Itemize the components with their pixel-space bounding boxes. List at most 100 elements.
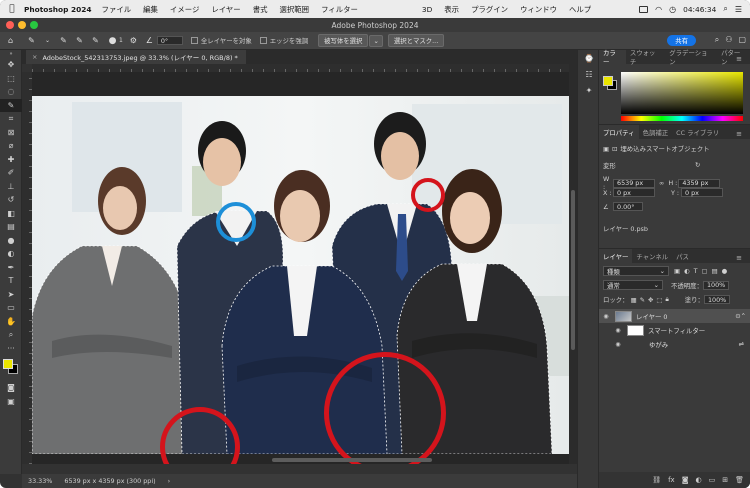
learn-icon[interactable]: ⚇ [725,35,732,45]
angle-icon[interactable]: ∠ [144,35,155,46]
path-selection-tool-icon[interactable]: ➤ [0,288,22,302]
hue-slider[interactable] [621,116,743,121]
quick-selection-preset-icon[interactable]: ✎ [26,35,37,46]
smart-filters-name[interactable]: スマートフィルター [648,326,705,335]
lock-artboard-icon[interactable]: ⬚ [656,296,662,304]
tab-adjustments[interactable]: 色調補正 [639,125,673,139]
fx-icon[interactable]: fx [668,476,675,484]
clone-stamp-tool-icon[interactable]: ⊥ [0,180,22,194]
menu-select[interactable]: 選択範囲 [279,4,309,15]
horizontal-scrollbar[interactable] [272,458,432,462]
filter-mask-thumbnail[interactable] [627,324,644,336]
quick-selection-tool-icon[interactable]: ✎ [0,98,22,112]
select-subject-dropdown-icon[interactable]: ⌄ [369,34,383,47]
menu-help[interactable]: ヘルプ [569,4,591,15]
visibility-eye-icon[interactable]: ◉ [601,313,611,320]
filter-toggle-icon[interactable]: ● [722,267,728,275]
menu-image[interactable]: イメージ [170,4,199,15]
filter-type-icon[interactable]: T [694,267,698,275]
document-tab[interactable]: × AdobeStock_542313753.jpeg @ 33.3% (レイヤ… [26,50,246,64]
filter-shape-icon[interactable]: ▢ [702,267,708,275]
add-mask-icon[interactable]: ◙ [682,476,689,484]
lock-all-icon[interactable]: 🔒︎ [665,295,668,304]
filter-options-icon[interactable]: ⇌ [739,340,744,348]
y-field[interactable]: 0 px [681,188,723,197]
apple-icon[interactable]:  [4,4,20,14]
visibility-eye-icon[interactable]: ◉ [613,327,623,334]
layer-row-0[interactable]: ◉ レイヤー 0 ⊙⌃ [599,309,750,323]
eyedropper-tool-icon[interactable]: ⌀ [0,139,22,153]
chevron-down-icon[interactable]: ⌄ [42,35,53,46]
menu-filter[interactable]: フィルター [321,4,358,15]
quick-mask-icon[interactable]: ◙ [0,381,22,395]
layer-row-smart-filters[interactable]: ◉ スマートフィルター [599,323,750,337]
rotation-field[interactable]: 0.00° [613,202,643,211]
document-info[interactable]: 6539 px x 4359 px (300 ppi) [64,477,155,485]
lock-position-icon[interactable]: ✥ [648,296,653,304]
artboard-tool-icon[interactable]: ⬚ [0,72,22,86]
workspace-icon[interactable]: ▢ [738,35,746,45]
history-brush-tool-icon[interactable]: ↺ [0,193,22,207]
adjustment-layer-icon[interactable]: ◐ [696,476,702,484]
tab-cc-libraries[interactable]: CC ライブラリ [672,125,723,139]
fill-field[interactable]: 100% [703,295,730,304]
filter-smart-object-icon[interactable]: ▤ [712,267,718,275]
home-icon[interactable]: ⌂ [5,35,16,46]
menu-layer[interactable]: レイヤー [211,4,240,15]
select-subject-button[interactable]: 被写体を選択 [318,34,369,47]
menu-window[interactable]: ウィンドウ [520,4,557,15]
more-tools-icon[interactable]: ··· [0,342,22,356]
new-layer-icon[interactable]: ⊞ [722,476,728,484]
tab-gradients[interactable]: グラデーション [665,49,717,66]
group-icon[interactable]: ▭ [709,476,716,484]
layer-name[interactable]: レイヤー 0 [636,312,667,321]
layer-row-liquify[interactable]: ◉ ゆがみ ⇌ [599,337,750,351]
zoom-tool-icon[interactable]: ⌕ [0,328,22,342]
healing-brush-tool-icon[interactable]: ✚ [0,153,22,167]
status-arrow-icon[interactable]: › [168,477,171,485]
control-center-icon[interactable]: ☰ [735,5,742,14]
filter-kind-select[interactable]: 種類 ⌄ [603,266,669,276]
canvas[interactable] [32,72,569,464]
wifi-icon[interactable]: ◠ [655,5,662,14]
menu-type[interactable]: 書式 [253,4,268,15]
color-swatches[interactable] [0,355,21,381]
all-layers-checkbox[interactable] [190,37,198,44]
liquify-name[interactable]: ゆがみ [649,340,668,349]
select-and-mask-button[interactable]: 選択とマスク... [387,34,445,47]
visibility-eye-icon[interactable]: ◉ [613,341,623,348]
tab-properties[interactable]: プロパティ [599,125,639,139]
link-dimensions-icon[interactable]: ∞ [659,179,664,187]
menu-edit[interactable]: 編集 [143,4,158,15]
share-button[interactable]: 共有 [667,35,696,46]
color-fg-swatch[interactable] [603,76,613,86]
enhance-edge-label[interactable]: エッジを強調 [270,36,308,45]
brush-tool-icon[interactable]: ✐ [0,166,22,180]
smart-filter-indicator-icon[interactable]: ⊙⌃ [735,312,746,320]
rectangle-tool-icon[interactable]: ▭ [0,301,22,315]
menu-3d[interactable]: 3D [422,5,432,14]
move-tool-icon[interactable]: ✥ [0,58,22,72]
photo-business-team[interactable] [32,96,569,454]
blend-mode-select[interactable]: 通常 ⌄ [603,280,663,290]
new-selection-icon[interactable]: ✎ [58,35,69,46]
brush-settings-icon[interactable]: ⚙ [128,35,139,46]
close-window-icon[interactable] [6,21,14,29]
add-to-selection-icon[interactable]: ✎ [74,35,85,46]
gradient-tool-icon[interactable]: ▤ [0,220,22,234]
clock-time[interactable]: 04:46:34 [683,5,716,14]
lasso-tool-icon[interactable]: ◌ [0,85,22,99]
frame-tool-icon[interactable]: ⊠ [0,126,22,140]
opacity-field[interactable]: 100% [702,280,729,290]
collapse-toolbar-icon[interactable]: » [0,50,22,58]
panel-menu-icon[interactable]: ≡ [732,127,746,141]
tab-paths[interactable]: パス [672,249,693,263]
enhance-edge-checkbox[interactable] [259,37,267,44]
width-field[interactable]: 6539 px [613,178,655,188]
all-layers-label[interactable]: 全レイヤーを対象 [201,36,252,45]
lock-transparency-icon[interactable]: ▦ [631,296,637,304]
search-icon[interactable]: ⌕ [715,35,719,45]
hand-tool-icon[interactable]: ✋ [0,315,22,329]
menu-view[interactable]: 表示 [444,4,459,15]
tab-layers[interactable]: レイヤー [599,249,633,263]
